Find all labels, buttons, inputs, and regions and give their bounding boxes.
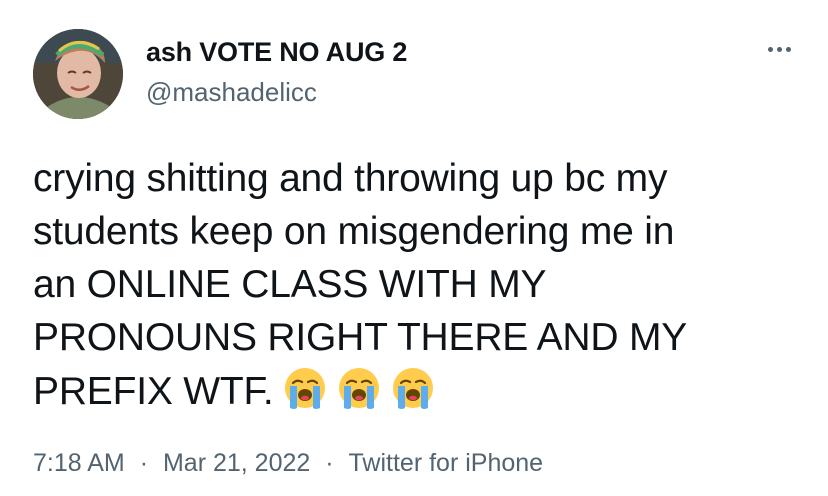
- emoji-group: [281, 364, 437, 412]
- tweet-time[interactable]: 7:18 AM: [33, 449, 125, 478]
- more-dot: [767, 46, 773, 52]
- tweet-meta: 7:18 AM · Mar 21, 2022 · Twitter for iPh…: [33, 449, 543, 478]
- more-dot: [785, 46, 791, 52]
- user-handle[interactable]: @mashadelicc: [146, 77, 317, 108]
- meta-separator: ·: [325, 449, 334, 477]
- avatar-photo: [33, 29, 123, 119]
- loudly-crying-face-emoji: [393, 368, 434, 409]
- tweet-card: ash VOTE NO AUG 2 @mashadelicc crying sh…: [0, 0, 828, 496]
- tweet-text: crying shitting and throwing up bc my st…: [33, 152, 803, 418]
- loudly-crying-face-emoji: [285, 368, 326, 409]
- tweet-text-line: crying shitting and throwing up bc my: [33, 157, 668, 200]
- tweet-text-last-line: PREFIX WTF.: [33, 364, 803, 418]
- more-options-icon[interactable]: [760, 34, 798, 64]
- more-dot: [776, 46, 782, 52]
- avatar[interactable]: [33, 29, 123, 119]
- tweet-source[interactable]: Twitter for iPhone: [349, 449, 544, 478]
- meta-separator: ·: [139, 449, 149, 477]
- display-name[interactable]: ash VOTE NO AUG 2: [146, 37, 407, 68]
- tweet-text-line: PREFIX WTF.: [33, 370, 274, 413]
- tweet-date[interactable]: Mar 21, 2022: [163, 449, 310, 478]
- tweet-text-line: PRONOUNS RIGHT THERE AND MY: [33, 316, 688, 359]
- loudly-crying-face-emoji: [339, 368, 380, 409]
- tweet-text-line: students keep on misgendering me in: [33, 210, 675, 253]
- tweet-text-line: an ONLINE CLASS WITH MY: [33, 263, 547, 306]
